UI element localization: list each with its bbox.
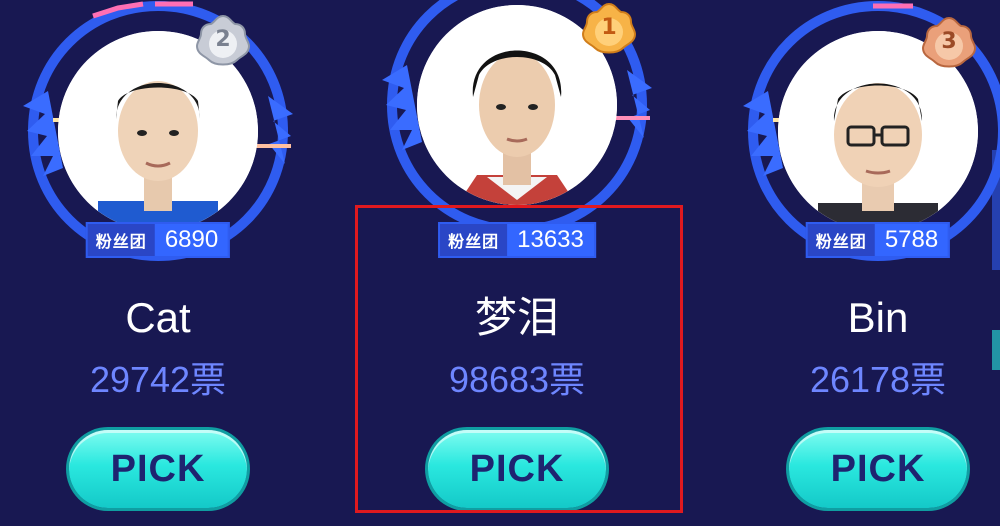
silver-medal-icon: 2 (195, 12, 251, 68)
fan-club-label: 粉丝团 (87, 224, 155, 256)
vote-count: 26178票 (809, 359, 947, 400)
pick-button[interactable]: PICK (69, 430, 247, 508)
fan-club-badge: 粉丝团 5788 (805, 222, 951, 258)
edge-decoration (992, 150, 1000, 270)
player-name: Bin (847, 294, 909, 341)
rank-number: 2 (215, 27, 231, 52)
rank-number: 1 (601, 15, 617, 40)
bronze-medal-icon: 3 (921, 14, 977, 70)
pick-button[interactable]: PICK (789, 430, 967, 508)
fan-club-badge: 粉丝团 6890 (85, 222, 231, 258)
player-name: Cat (125, 294, 191, 341)
edge-decoration (992, 330, 1000, 370)
fan-club-count: 6890 (154, 224, 229, 256)
rank-number: 3 (941, 29, 957, 54)
fan-club-count: 5788 (874, 224, 949, 256)
fan-club-label: 粉丝团 (807, 224, 875, 256)
vote-count: 29742票 (89, 359, 227, 400)
highlight-box (355, 205, 683, 513)
player-card-bin: 3 粉丝团 5788 Bin 26178票 PICK (713, 0, 1000, 526)
gold-medal-icon: 1 (581, 0, 637, 56)
player-vote-page: 2 粉丝团 6890 Cat 29742票 PICK 1 粉丝团 13633 梦… (0, 0, 1000, 526)
player-card-cat: 2 粉丝团 6890 Cat 29742票 PICK (0, 0, 323, 526)
